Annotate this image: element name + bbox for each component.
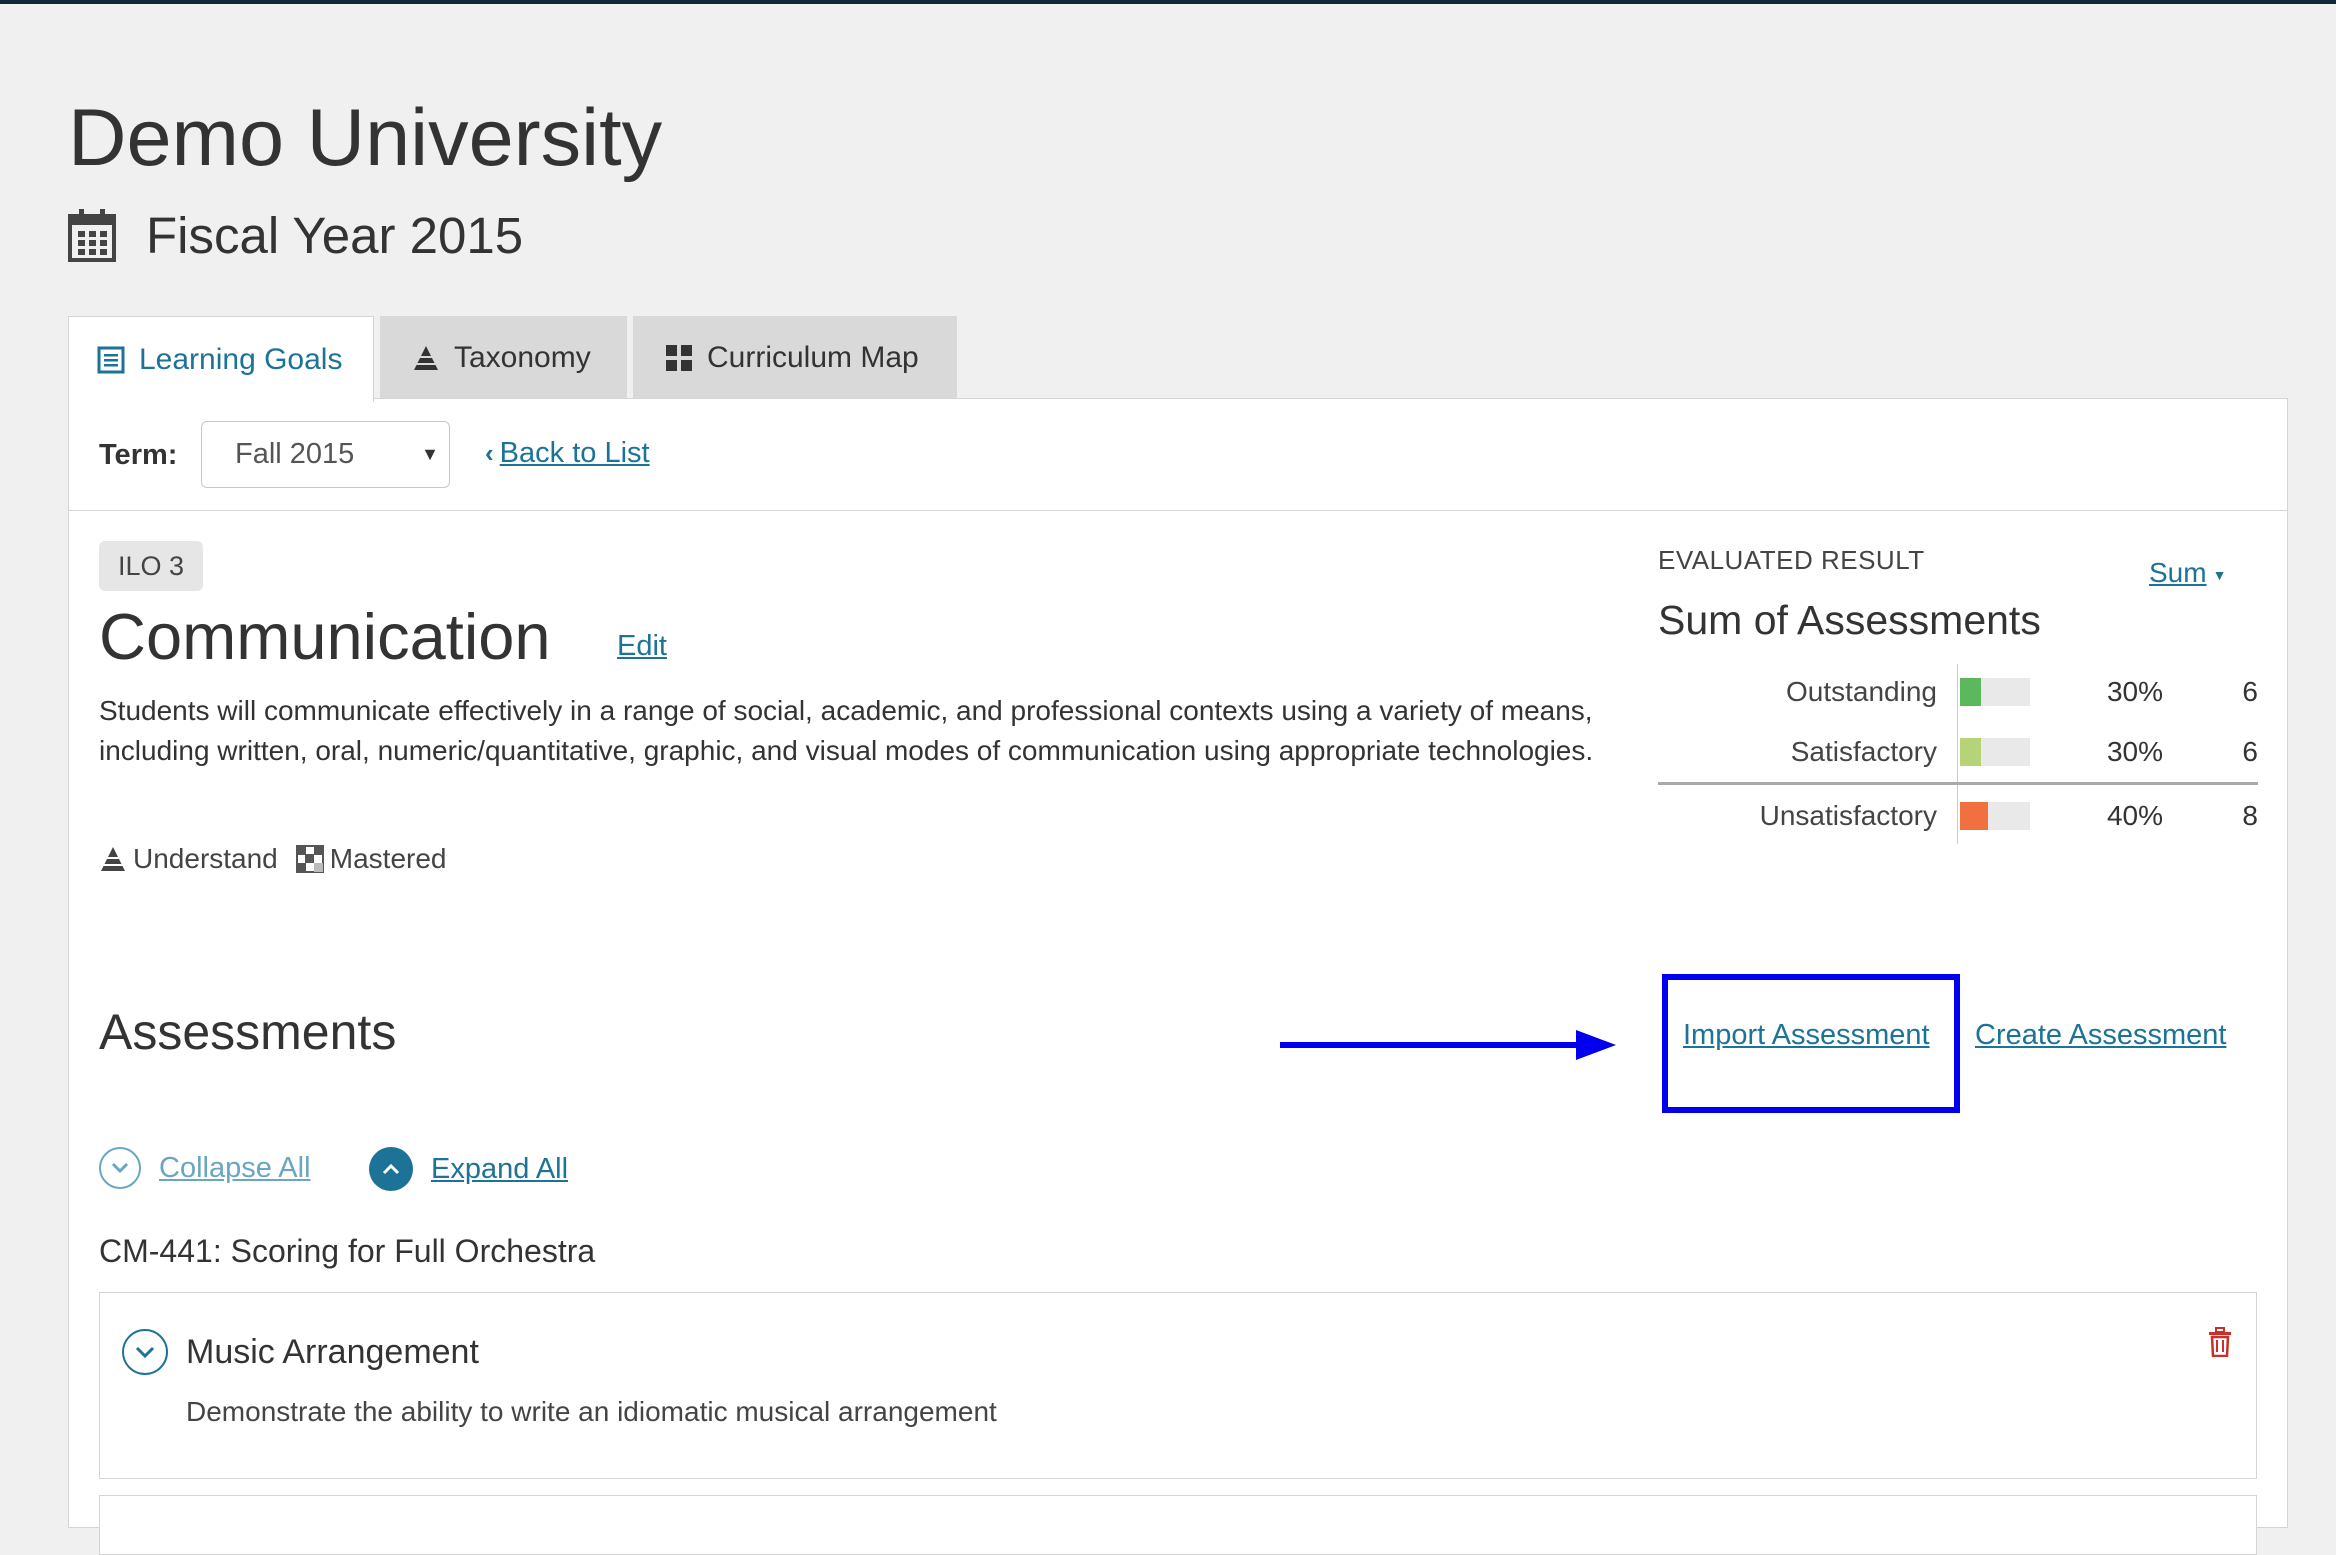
- tab-label: Taxonomy: [454, 340, 591, 374]
- aggregate-method-label: Sum: [2149, 557, 2207, 588]
- highlight-box: [1662, 974, 1960, 1113]
- trash-icon[interactable]: [2208, 1327, 2232, 1357]
- result-label: Unsatisfactory: [1759, 800, 1937, 831]
- result-percent: 40%: [2106, 800, 2163, 831]
- content-panel: Term: Fall 2015 ▼ ‹ Back to List ILO 3 C…: [68, 398, 2288, 1555]
- goal-code-badge: ILO 3: [99, 541, 203, 591]
- caret-down-icon: ▼: [2212, 566, 2227, 583]
- back-to-list-label: Back to List: [499, 437, 650, 469]
- results-divider: [1658, 782, 2258, 785]
- term-label: Term:: [99, 439, 178, 471]
- list-icon: [97, 346, 125, 373]
- result-bar-fill: [1960, 738, 1981, 766]
- collapse-all-label: Collapse All: [159, 1151, 311, 1184]
- expand-all-label: Expand All: [431, 1152, 569, 1185]
- expand-all-control[interactable]: Expand All: [369, 1147, 568, 1191]
- chevron-down-icon: [99, 1147, 141, 1189]
- result-count: 6: [2242, 676, 2258, 707]
- mastery-icon: [295, 845, 324, 873]
- pyramid-icon: [101, 847, 125, 871]
- result-row-satisfactory: Satisfactory 30% 6: [1658, 724, 2258, 782]
- result-percent: 30%: [2106, 736, 2163, 767]
- result-bar: [1960, 738, 2030, 766]
- arrow-right-icon: [1280, 1030, 1616, 1060]
- chevron-up-icon: [369, 1147, 413, 1191]
- assessment-card: [99, 1495, 2257, 1555]
- dropdown-caret-icon: ▼: [421, 444, 439, 464]
- tab-taxonomy[interactable]: Taxonomy: [380, 316, 627, 399]
- course-heading: CM-441: Scoring for Full Orchestra: [99, 1233, 596, 1269]
- result-count: 6: [2242, 736, 2258, 767]
- create-assessment-link[interactable]: Create Assessment: [1975, 1019, 2226, 1052]
- assessment-description: Demonstrate the ability to write an idio…: [186, 1396, 997, 1427]
- tab-curriculum-map[interactable]: Curriculum Map: [633, 316, 957, 399]
- grid-icon: [666, 344, 692, 371]
- result-bar: [1960, 678, 2030, 706]
- assessments-heading: Assessments: [99, 1004, 397, 1060]
- chevron-down-icon[interactable]: [122, 1329, 168, 1375]
- result-label: Satisfactory: [1790, 736, 1937, 767]
- institution-title: Demo University: [68, 93, 663, 183]
- evaluation-title: Sum of Assessments: [1658, 597, 2041, 643]
- back-to-list-link[interactable]: ‹ Back to List: [485, 437, 650, 470]
- result-row-outstanding: Outstanding 30% 6: [1658, 664, 2258, 722]
- pyramid-icon: [414, 345, 438, 370]
- taxonomy-tag: Understand: [133, 843, 278, 874]
- term-value: Fall 2015: [235, 438, 355, 470]
- result-bar-fill: [1960, 802, 1988, 830]
- collapse-all-control[interactable]: Collapse All: [99, 1147, 311, 1189]
- tab-label: Curriculum Map: [707, 340, 919, 374]
- tab-learning-goals[interactable]: Learning Goals: [68, 316, 374, 402]
- calendar-icon: [68, 209, 116, 262]
- result-bar: [1960, 802, 2030, 830]
- goal-tags: Understand Mastered: [99, 843, 446, 875]
- result-label: Outstanding: [1786, 676, 1937, 707]
- tab-label: Learning Goals: [139, 342, 343, 376]
- result-count: 8: [2242, 800, 2258, 831]
- fiscal-year-label: Fiscal Year 2015: [146, 206, 524, 264]
- goal-description: Students will communicate effectively in…: [99, 695, 1594, 766]
- term-select[interactable]: Fall 2015 ▼: [201, 421, 450, 488]
- edit-goal-link[interactable]: Edit: [617, 630, 667, 663]
- fiscal-year-heading: Fiscal Year 2015: [68, 205, 523, 265]
- result-bar-fill: [1960, 678, 1981, 706]
- top-bar: [0, 0, 2336, 4]
- assessment-card: Music Arrangement Demonstrate the abilit…: [99, 1292, 2257, 1479]
- chevron-left-icon: ‹: [485, 438, 494, 468]
- aggregate-method-dropdown[interactable]: Sum ▼: [2149, 557, 2226, 589]
- result-percent: 30%: [2106, 676, 2163, 707]
- term-toolbar: Term: Fall 2015 ▼ ‹ Back to List: [69, 399, 2287, 511]
- result-row-unsatisfactory: Unsatisfactory 40% 8: [1658, 788, 2258, 846]
- goal-title: Communication: [99, 600, 551, 673]
- evaluated-result-label: EVALUATED RESULT: [1658, 545, 1925, 575]
- assessment-title: Music Arrangement: [186, 1333, 479, 1371]
- mastery-tag: Mastered: [329, 843, 447, 874]
